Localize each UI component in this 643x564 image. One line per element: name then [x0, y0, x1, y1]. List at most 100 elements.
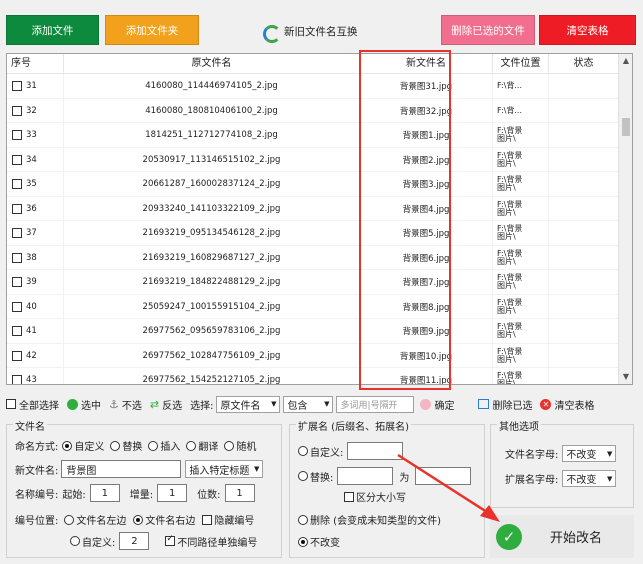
invert-button[interactable]: ⇄ 反选 [150, 397, 182, 412]
row-checkbox[interactable] [12, 228, 22, 238]
row-index-cell[interactable]: 34 [7, 147, 64, 172]
row-index-cell[interactable]: 31 [7, 74, 64, 98]
row-checkbox[interactable] [12, 301, 22, 312]
row-checkbox[interactable] [12, 252, 22, 263]
row-checkbox[interactable] [12, 375, 22, 384]
row-index-cell[interactable]: 35 [7, 172, 64, 196]
table-row[interactable]: 40 25059247_100155915104_2.jpg 背景图8.jpg F:\… [7, 294, 619, 319]
table-row[interactable]: 43 26977562_154252127105_2.jpg 背景图11.jpg F:… [7, 368, 619, 384]
keyword-input[interactable]: 多词用|号隔开 [336, 395, 415, 413]
digits-input[interactable]: 1 [224, 484, 255, 502]
filename-case-select[interactable]: 不改变 ▼ [562, 445, 617, 462]
radio-custom[interactable] [62, 440, 73, 451]
step-input[interactable]: 1 [157, 484, 188, 502]
header-index[interactable]: 序号 [7, 54, 64, 74]
row-checkbox[interactable] [12, 277, 22, 287]
hide-number-checkbox[interactable] [202, 514, 213, 525]
radio-custom-position[interactable] [70, 536, 80, 546]
header-location[interactable]: 文件位置 [493, 54, 549, 74]
row-location: F:\背... [493, 74, 549, 98]
header-new-name[interactable]: 新文件名 [360, 54, 493, 74]
clear-table-button[interactable]: 清空表格 [539, 15, 636, 45]
select-button[interactable]: 选中 [67, 397, 101, 412]
radio-random[interactable] [224, 440, 235, 451]
row-checkbox[interactable] [12, 350, 22, 361]
swap-names-button[interactable]: 新旧文件名互换 [262, 20, 358, 43]
row-index-cell[interactable]: 43 [7, 368, 64, 384]
start-rename-button[interactable]: ✓ 开始改名 [490, 515, 634, 558]
radio-ext-delete[interactable] [298, 514, 308, 525]
row-checkbox[interactable] [12, 203, 22, 214]
row-index-cell[interactable]: 33 [7, 123, 64, 147]
row-index-cell[interactable]: 42 [7, 343, 64, 368]
row-index-cell[interactable]: 41 [7, 319, 64, 343]
select-all-checkbox[interactable]: 全部选择 [6, 397, 59, 412]
row-location: F:\背景 图片\ [493, 368, 549, 384]
field-select[interactable]: 原文件名 ▼ [216, 395, 281, 413]
row-checkbox[interactable] [12, 81, 22, 91]
ext-case-select[interactable]: 不改变 ▼ [562, 470, 617, 487]
row-checkbox[interactable] [12, 154, 22, 165]
delete-selected-button[interactable]: 删除已选 [478, 397, 532, 412]
radio-ext-unchanged[interactable] [298, 536, 308, 547]
path-separate-checkbox[interactable] [165, 534, 176, 546]
ext-replace-from-input[interactable] [337, 467, 394, 485]
scroll-down-icon[interactable]: ▼ [619, 370, 632, 384]
row-checkbox[interactable] [12, 179, 22, 189]
add-file-button[interactable]: 添加文件 [6, 15, 99, 45]
row-checkbox[interactable] [12, 105, 22, 116]
table-row[interactable]: 42 26977562_102847756109_2.jpg 背景图10.jpg F:… [7, 343, 619, 368]
row-checkbox[interactable] [12, 326, 22, 336]
scroll-thumb[interactable] [622, 118, 630, 136]
row-index-cell[interactable]: 39 [7, 270, 64, 294]
radio-right[interactable] [133, 514, 144, 525]
table-row[interactable]: 35 20661287_160002837124_2.jpg 背景图3.jpg F:\… [7, 172, 619, 197]
row-checkbox[interactable] [12, 130, 22, 140]
insert-title-select[interactable]: 插入特定标题 ▼ [185, 460, 264, 478]
delete-icon [478, 399, 490, 409]
table-row[interactable]: 37 21693219_095134546128_2.jpg 背景图5.jpg F:\… [7, 221, 619, 246]
row-index-cell[interactable]: 38 [7, 245, 64, 270]
row-index-cell[interactable]: 37 [7, 221, 64, 245]
row-status [549, 172, 619, 196]
table-row[interactable]: 33 1814251_112712774108_2.jpg 背景图1.jpg F:\背… [7, 123, 619, 148]
header-old-name[interactable]: 原文件名 [64, 54, 360, 74]
ext-replace-to-input[interactable] [415, 467, 472, 485]
clear-table-small-button[interactable]: ✕ 清空表格 [540, 397, 594, 412]
radio-left[interactable] [64, 514, 75, 525]
confirm-button[interactable]: 确定 [420, 397, 454, 412]
unselect-button[interactable]: ⚓ 不选 [109, 397, 142, 412]
table-row[interactable]: 41 26977562_095659783106_2.jpg 背景图9.jpg F:\… [7, 319, 619, 344]
scroll-up-icon[interactable]: ▲ [619, 54, 632, 68]
radio-ext-replace[interactable] [298, 471, 308, 481]
radio-replace[interactable] [110, 440, 121, 451]
invert-label: 反选 [162, 400, 183, 412]
header-status[interactable]: 状态 [549, 54, 619, 74]
other-options-title: 其他选项 [497, 418, 541, 433]
radio-translate[interactable] [186, 440, 197, 451]
radio-insert[interactable] [148, 440, 159, 451]
mode-select-value: 包含 [287, 400, 308, 412]
delete-selected-files-button[interactable]: 删除已选的文件 [441, 15, 535, 45]
mode-select[interactable]: 包含 ▼ [283, 395, 334, 413]
table-row[interactable]: 38 21693219_160829687127_2.jpg 背景图6.jpg F:\… [7, 245, 619, 270]
row-index-cell[interactable]: 36 [7, 196, 64, 221]
table-row[interactable]: 32 4160080_180810406100_2.jpg 背景图32.jpg F:\… [7, 98, 619, 123]
table-row[interactable]: 39 21693219_184822488129_2.jpg 背景图7.jpg F:\… [7, 270, 619, 295]
table-scrollbar[interactable]: ▲ ▼ [618, 54, 632, 384]
table-row[interactable]: 34 20530917_113146515102_2.jpg 背景图2.jpg F:\… [7, 147, 619, 172]
row-new-name: 背景图4.jpg [360, 196, 493, 221]
new-name-input[interactable]: 背景图 [61, 460, 182, 478]
row-index-cell[interactable]: 32 [7, 98, 64, 123]
custom-position-input[interactable]: 2 [119, 532, 150, 550]
table-row[interactable]: 31 4160080_114446974105_2.jpg 背景图31.jpg F:\… [7, 74, 619, 99]
custom-position-label: 自定义: [82, 537, 116, 549]
add-folder-button[interactable]: 添加文件夹 [105, 15, 199, 45]
start-input[interactable]: 1 [89, 484, 120, 502]
ext-custom-input[interactable] [347, 442, 404, 460]
radio-translate-label: 翻译 [198, 442, 219, 453]
table-row[interactable]: 36 20933240_141103322109_2.jpg 背景图4.jpg F:\… [7, 196, 619, 221]
case-sensitive-checkbox[interactable] [344, 491, 354, 502]
row-index-cell[interactable]: 40 [7, 294, 64, 319]
radio-ext-custom[interactable] [298, 446, 308, 456]
